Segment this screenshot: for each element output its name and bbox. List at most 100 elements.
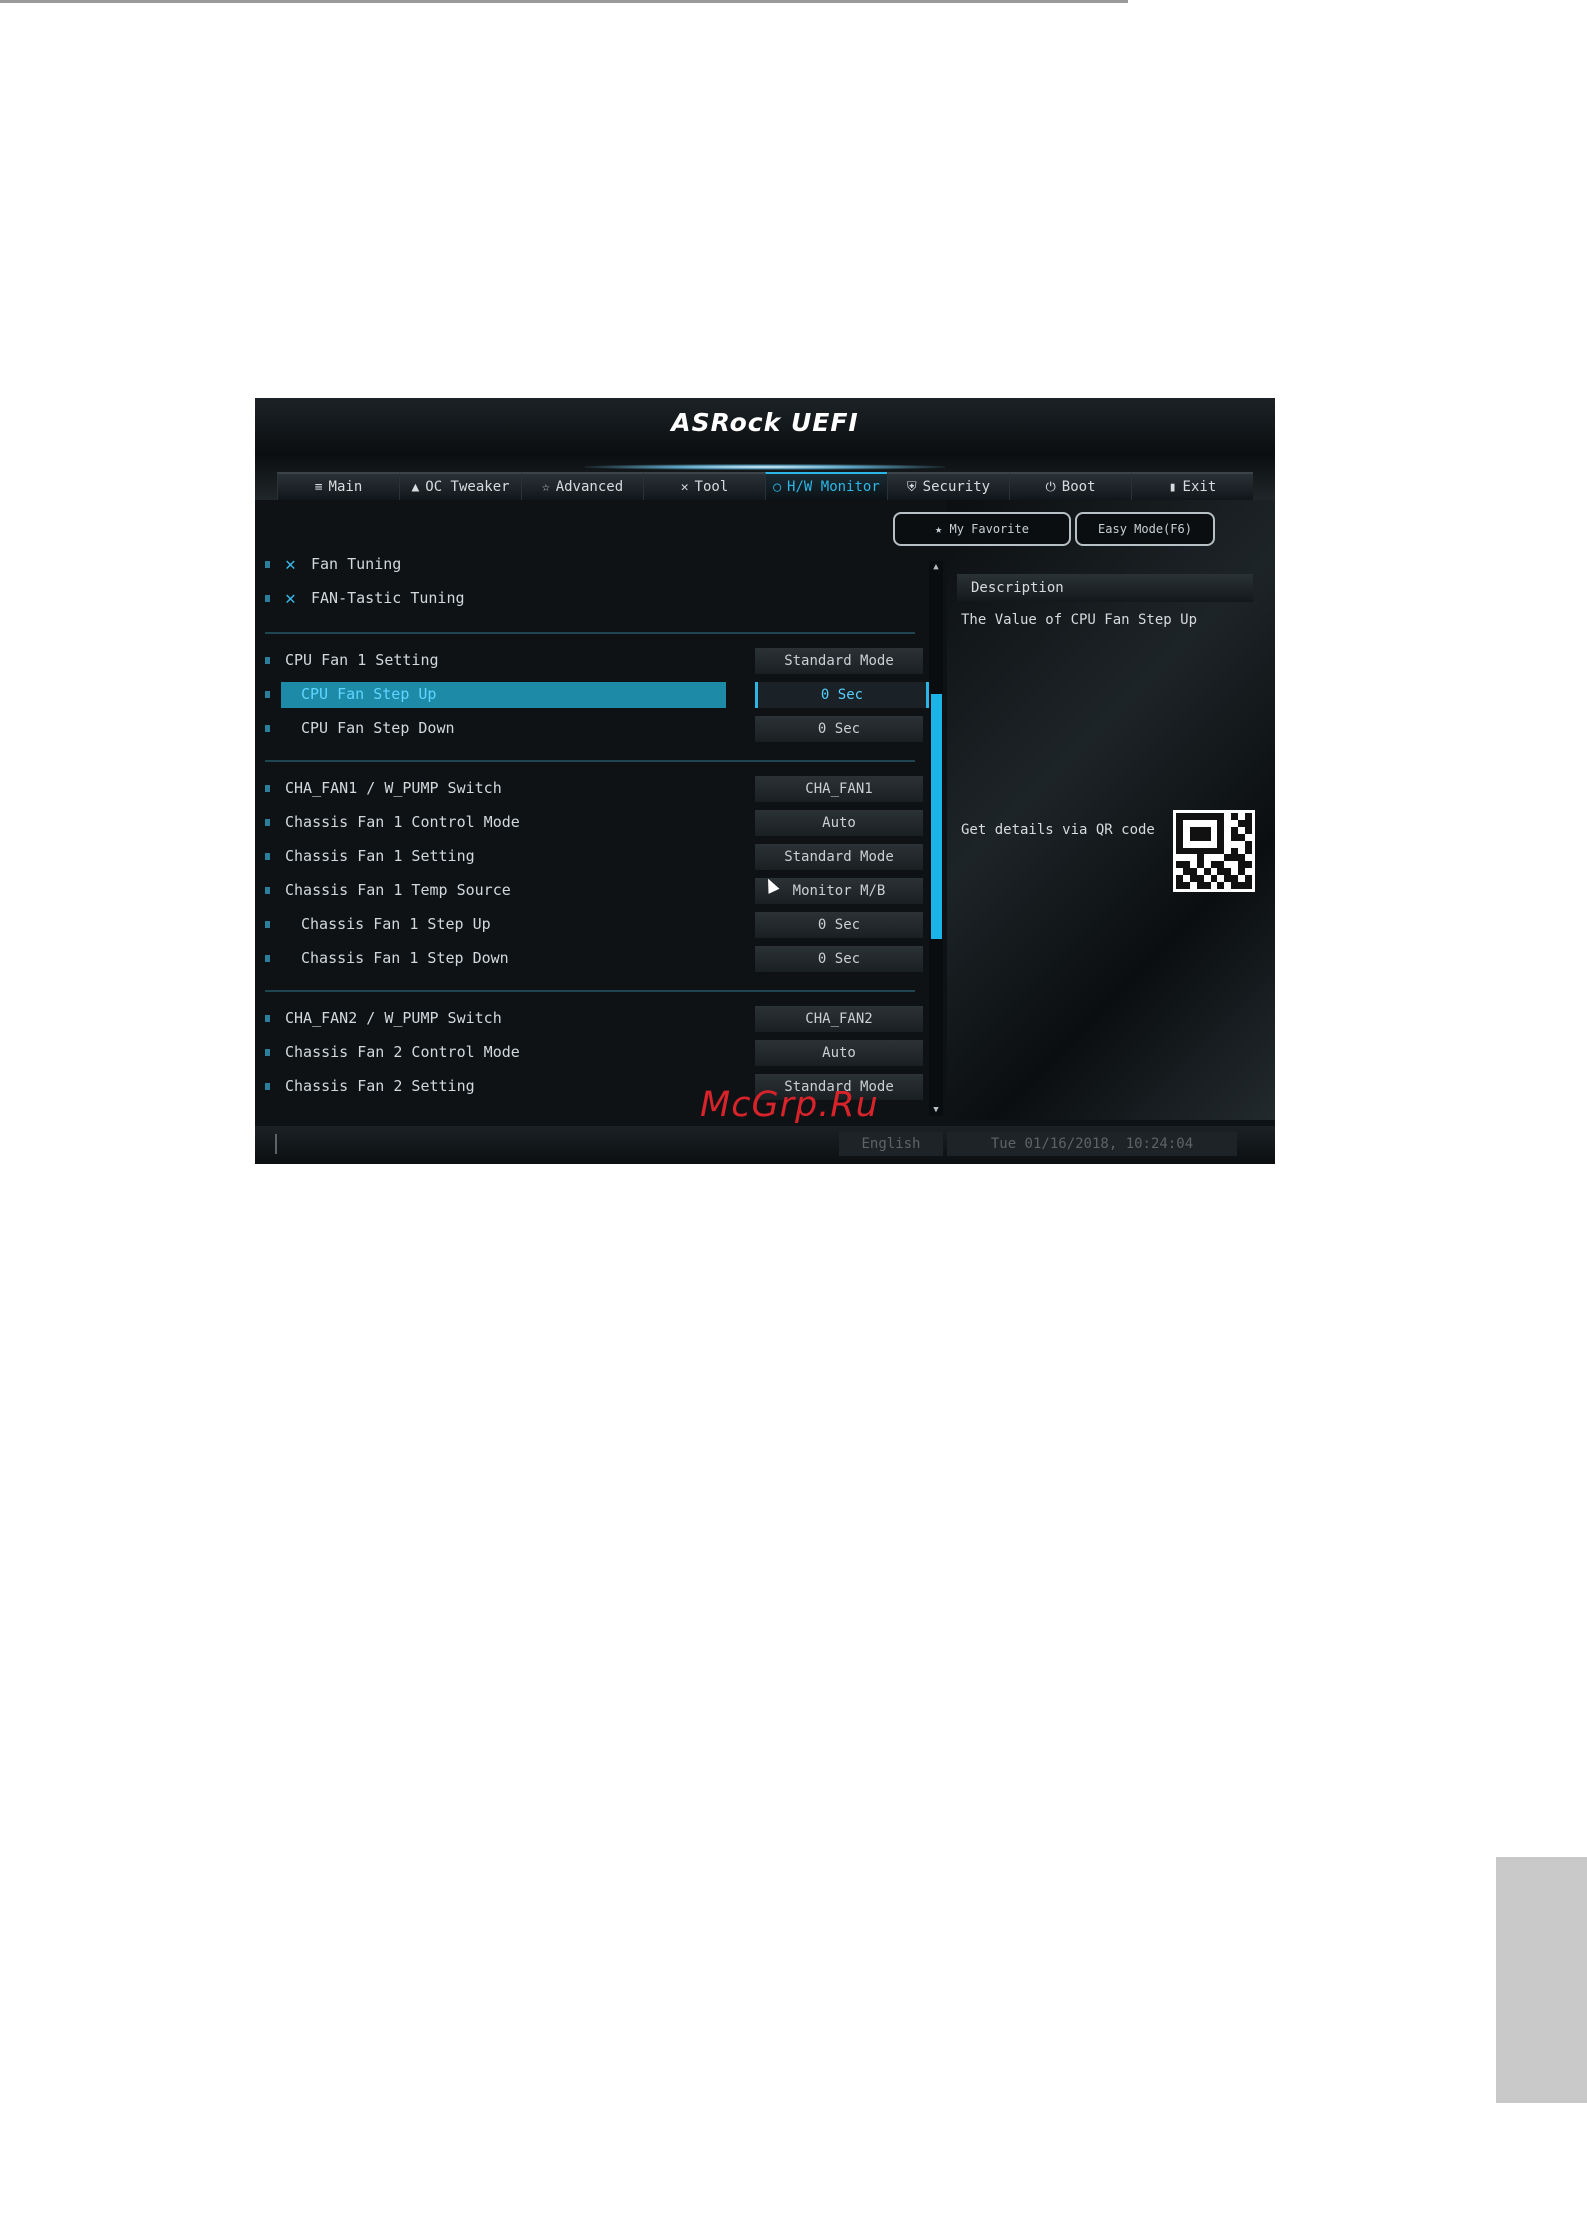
menu-icon: ≡ (314, 479, 323, 495)
easy-mode-label: Easy Mode(F6) (1098, 522, 1192, 536)
setting-row[interactable]: Chassis Fan 1 Control Mode Auto (265, 810, 923, 836)
row-bullet (265, 853, 270, 860)
setting-value-button[interactable]: 0 Sec (755, 912, 923, 938)
qr-code-icon (1173, 810, 1255, 892)
menu-item-fan-tuning[interactable]: ✕ Fan Tuning (265, 552, 915, 578)
setting-row[interactable]: CPU Fan 1 Setting Standard Mode (265, 648, 923, 674)
setting-value-button[interactable]: CHA_FAN2 (755, 1006, 923, 1032)
my-favorite-button[interactable]: ★ My Favorite (893, 512, 1071, 546)
setting-value-button[interactable]: 0 Sec (755, 716, 923, 742)
setting-label: CHA_FAN1 / W_PUMP Switch (285, 779, 502, 797)
menu-item-fan-tastic-tuning[interactable]: ✕ FAN-Tastic Tuning (265, 586, 915, 612)
setting-label: CPU Fan Step Up (301, 685, 437, 703)
setting-row-selected[interactable]: CPU Fan Step Up 0 Sec (265, 682, 929, 708)
scroll-down-arrow-icon[interactable]: ▼ (929, 1104, 943, 1116)
wrench-cross-icon: ✕ (285, 588, 296, 609)
datetime-display: Tue 01/16/2018, 10:24:04 (947, 1132, 1237, 1156)
star-icon: ★ (935, 522, 950, 536)
setting-value-button[interactable]: Standard Mode (755, 844, 923, 870)
menu-item-label: Fan Tuning (311, 555, 402, 573)
footer-mark (275, 1134, 277, 1154)
section-divider (265, 632, 915, 634)
settings-scrollbar[interactable]: ▲ ▼ (929, 561, 943, 1116)
description-text: The Value of CPU Fan Step Up (961, 612, 1198, 628)
setting-row[interactable]: CPU Fan Step Down 0 Sec (265, 716, 923, 742)
setting-label: Chassis Fan 2 Control Mode (285, 1043, 520, 1061)
setting-value-button[interactable]: Auto (755, 1040, 923, 1066)
setting-row[interactable]: Chassis Fan 1 Step Up 0 Sec (265, 912, 923, 938)
page-side-tab (1496, 1857, 1587, 2103)
exit-door-icon: ▮ (1168, 479, 1177, 495)
tab-exit[interactable]: ▮ Exit (1131, 472, 1253, 500)
tab-label: Main (328, 479, 363, 495)
watermark: McGrp.Ru (700, 1085, 879, 1125)
power-icon: ⏻ (1045, 479, 1056, 495)
section-divider (265, 990, 915, 992)
setting-row[interactable]: Chassis Fan 1 Temp Source Monitor M/B (265, 878, 923, 904)
description-title: Description (971, 580, 1064, 596)
setting-value-button[interactable]: Monitor M/B (755, 878, 923, 904)
tab-hw-monitor[interactable]: ◯ H/W Monitor (765, 472, 887, 500)
info-pane: ★ My Favorite Easy Mode(F6) Description … (893, 500, 1275, 1120)
description-header: Description (957, 574, 1253, 602)
row-bullet (265, 561, 270, 568)
setting-row[interactable]: CHA_FAN1 / W_PUMP Switch CHA_FAN1 (265, 776, 923, 802)
bios-screen: ASRock UEFI ≡ Main ▲ OC Tweaker ☆ Advanc… (255, 398, 1275, 1164)
main-tabs: ≡ Main ▲ OC Tweaker ☆ Advanced ✕ Tool ◯ … (277, 472, 1253, 500)
row-bullet (265, 1049, 270, 1056)
monitor-icon: ◯ (773, 479, 782, 495)
row-bullet (265, 657, 270, 664)
section-divider (265, 760, 915, 762)
setting-label: Chassis Fan 1 Step Down (301, 949, 509, 967)
row-bullet (265, 955, 270, 962)
tab-security[interactable]: ⛨ Security (887, 472, 1009, 500)
tab-advanced[interactable]: ☆ Advanced (521, 472, 643, 500)
row-bullet (265, 1015, 270, 1022)
row-bullet (265, 1083, 270, 1090)
my-favorite-label: My Favorite (949, 522, 1029, 536)
setting-row[interactable]: CHA_FAN2 / W_PUMP Switch CHA_FAN2 (265, 1006, 923, 1032)
page-top-rule (0, 0, 1128, 3)
tools-icon: ✕ (680, 479, 689, 495)
setting-label: Chassis Fan 1 Setting (285, 847, 475, 865)
setting-label: Chassis Fan 1 Temp Source (285, 881, 511, 899)
setting-value-button[interactable]: 0 Sec (755, 946, 923, 972)
bios-header: ASRock UEFI ≡ Main ▲ OC Tweaker ☆ Advanc… (255, 398, 1275, 500)
setting-row[interactable]: Chassis Fan 1 Setting Standard Mode (265, 844, 923, 870)
setting-label: CPU Fan 1 Setting (285, 651, 439, 669)
tab-label: H/W Monitor (787, 479, 880, 495)
setting-label: CPU Fan Step Down (301, 719, 455, 737)
setting-label: Chassis Fan 1 Step Up (301, 915, 491, 933)
setting-label: Chassis Fan 2 Setting (285, 1077, 475, 1095)
setting-value-button[interactable]: 0 Sec (755, 682, 929, 708)
easy-mode-button[interactable]: Easy Mode(F6) (1075, 512, 1215, 546)
tab-label: Tool (694, 479, 729, 495)
tab-main[interactable]: ≡ Main (277, 472, 399, 500)
row-bullet (265, 785, 270, 792)
row-bullet (265, 887, 270, 894)
language-selector[interactable]: English (839, 1132, 943, 1156)
setting-value-button[interactable]: Standard Mode (755, 648, 923, 674)
setting-row[interactable]: Chassis Fan 1 Step Down 0 Sec (265, 946, 923, 972)
row-bullet (265, 819, 270, 826)
tab-boot[interactable]: ⏻ Boot (1009, 472, 1131, 500)
qr-label: Get details via QR code (961, 822, 1155, 838)
tab-oc-tweaker[interactable]: ▲ OC Tweaker (399, 472, 521, 500)
brand-glow (585, 464, 945, 470)
row-bullet (265, 725, 270, 732)
tab-label: Security (922, 479, 991, 495)
brand-logo: ASRock UEFI (671, 408, 859, 437)
menu-item-label: FAN-Tastic Tuning (311, 589, 465, 607)
setting-row[interactable]: Chassis Fan 2 Control Mode Auto (265, 1040, 923, 1066)
row-bullet (265, 595, 270, 602)
tab-label: Exit (1182, 479, 1217, 495)
scrollbar-thumb[interactable] (931, 694, 942, 939)
setting-value-button[interactable]: CHA_FAN1 (755, 776, 923, 802)
row-bullet (265, 691, 270, 698)
tab-label: OC Tweaker (425, 479, 510, 495)
scroll-up-arrow-icon[interactable]: ▲ (929, 561, 943, 573)
setting-value-button[interactable]: Auto (755, 810, 923, 836)
tab-label: Advanced (555, 479, 624, 495)
tab-tool[interactable]: ✕ Tool (643, 472, 765, 500)
wrench-cross-icon: ✕ (285, 554, 296, 575)
